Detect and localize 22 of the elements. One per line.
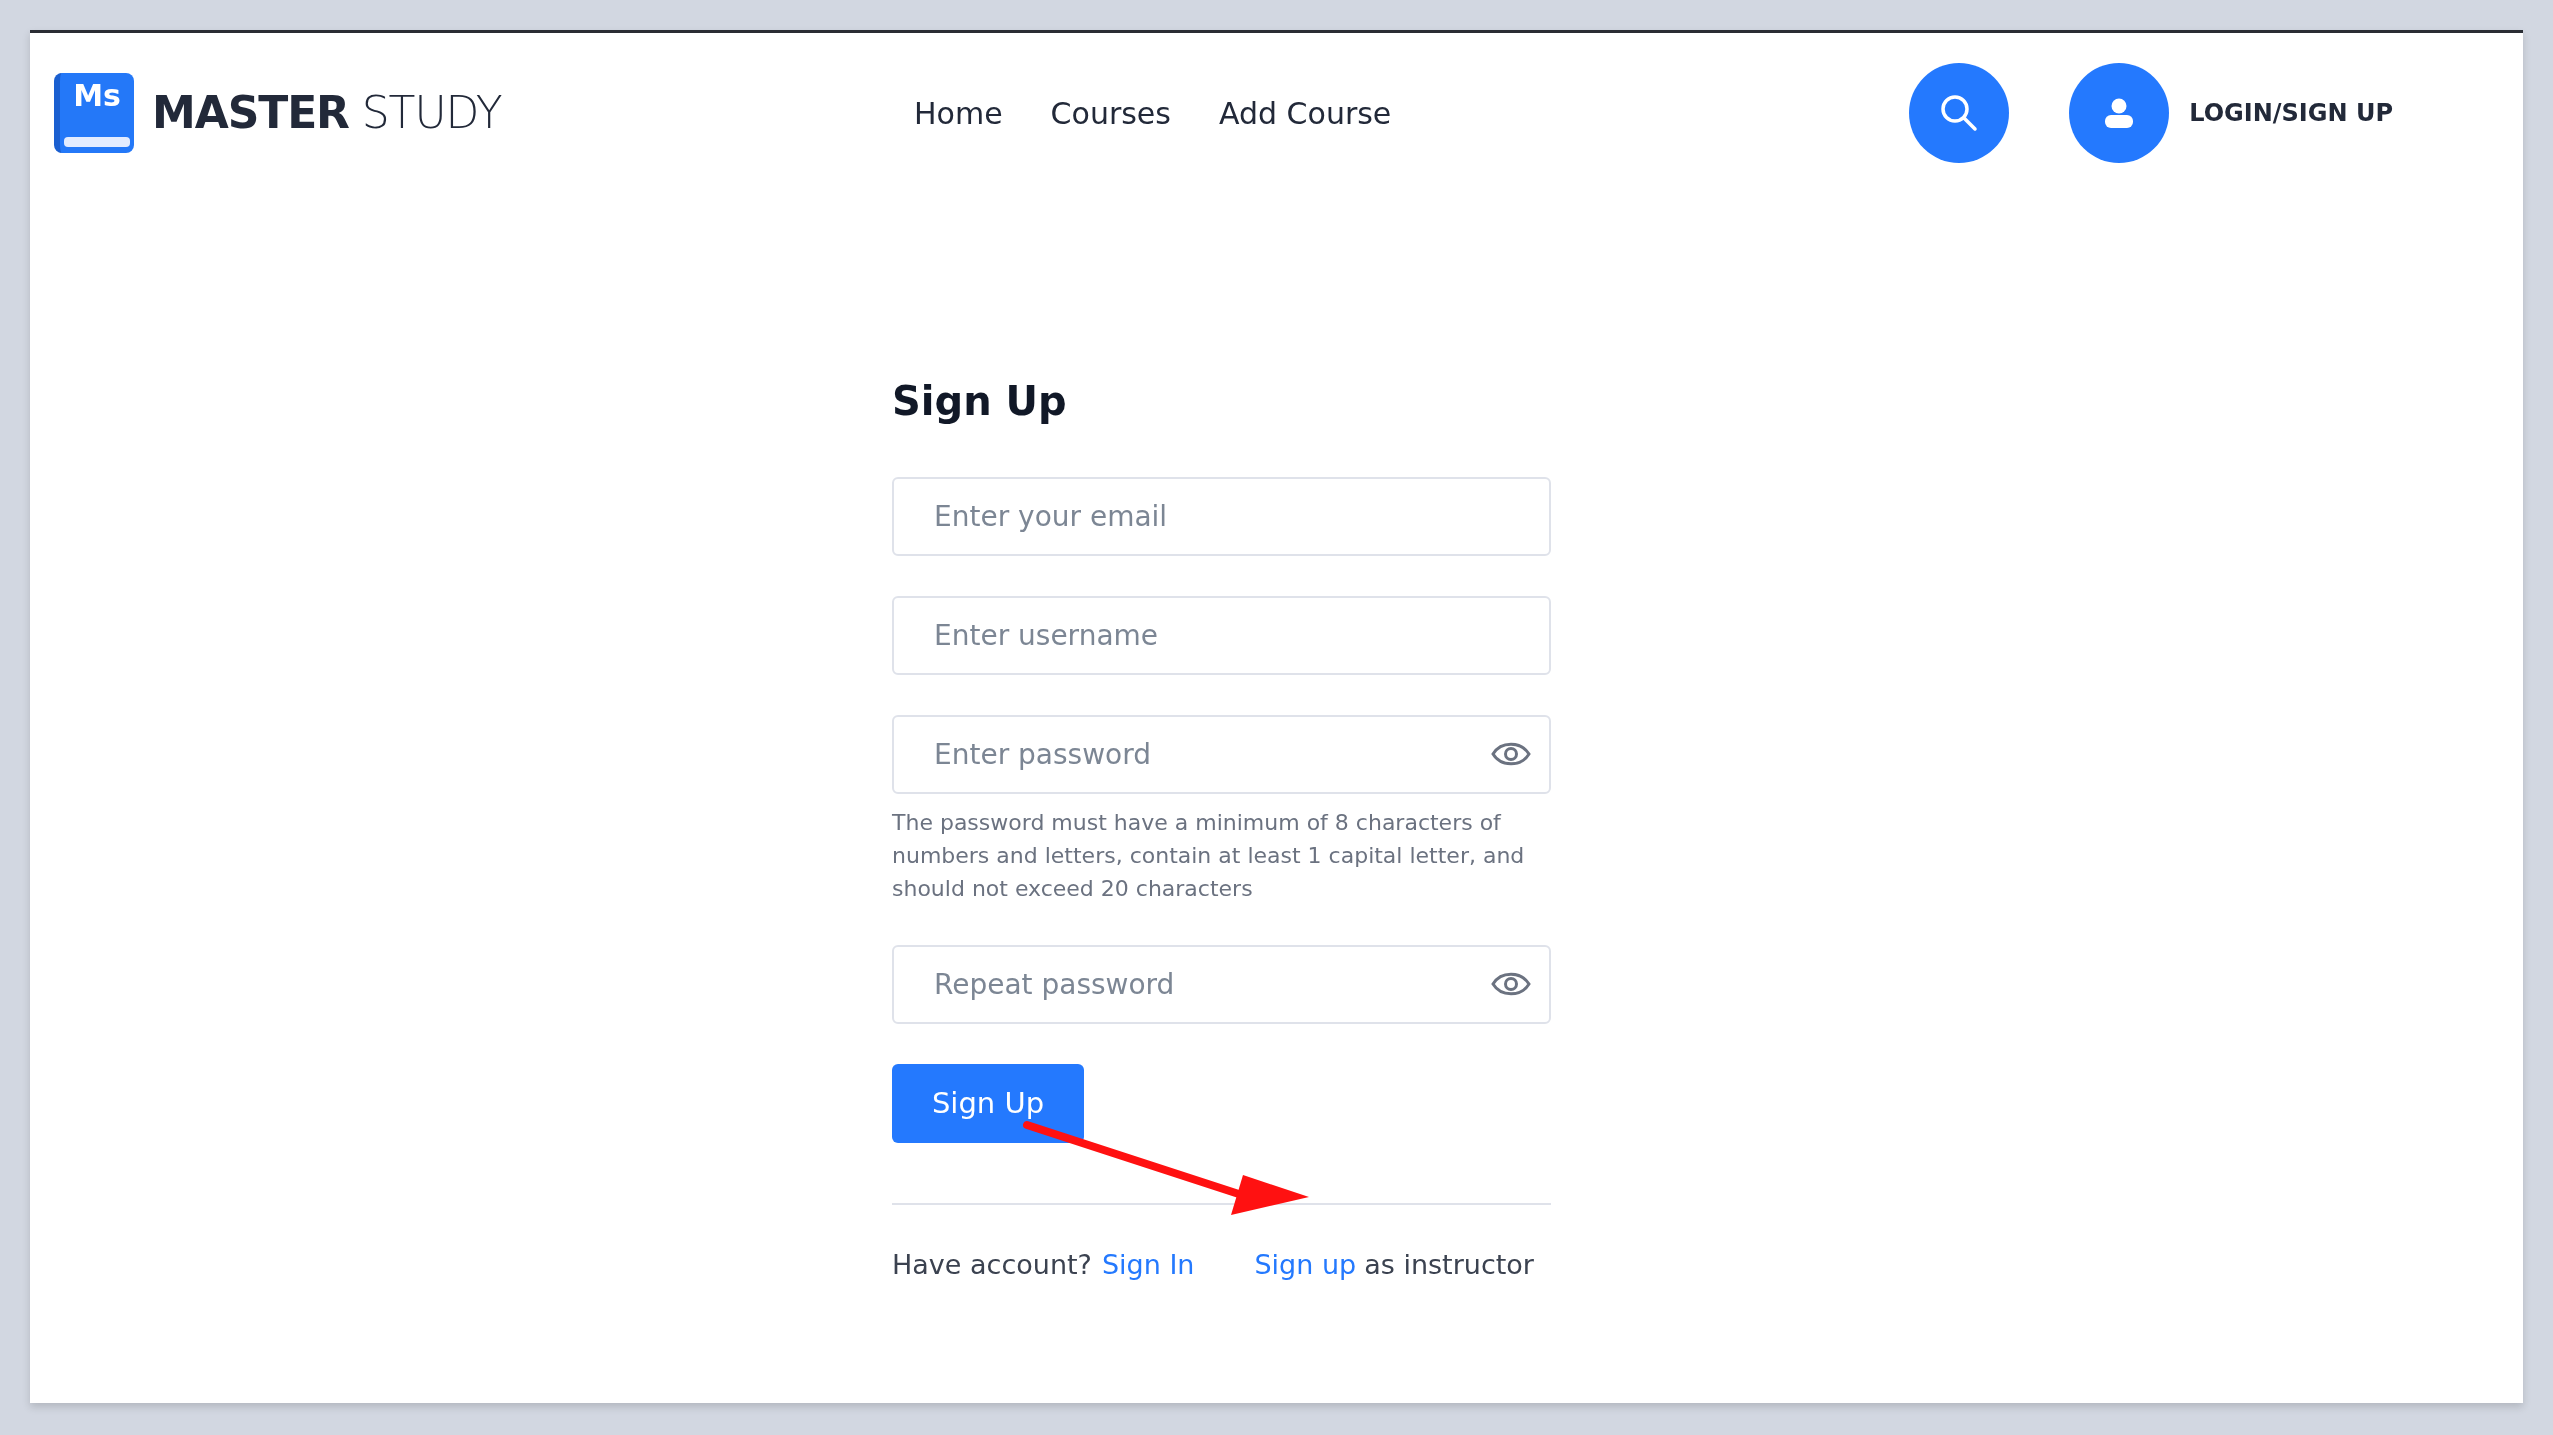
- instructor-sign-up-link[interactable]: Sign up: [1254, 1245, 1357, 1286]
- have-account-text: Have account?: [892, 1248, 1092, 1282]
- eye-icon[interactable]: [1491, 970, 1531, 998]
- input-field[interactable]: Enter username: [892, 596, 1551, 675]
- sign-up-button[interactable]: Sign Up: [892, 1064, 1084, 1143]
- book-page-edge: [64, 137, 130, 147]
- input-field[interactable]: Repeat password: [892, 945, 1551, 1024]
- password-hint: The password must have a minimum of 8 characters of numbers and letters, contain at least 1 capital letter, and should not exceed 20 characters: [892, 809, 1526, 903]
- logo-mark: Ms: [73, 81, 121, 111]
- nav-link[interactable]: Home: [914, 90, 1003, 136]
- nav-link[interactable]: Courses: [1050, 90, 1171, 136]
- as-instructor-text: as instructor: [1364, 1248, 1534, 1282]
- sign-in-link[interactable]: Sign In: [1101, 1245, 1195, 1286]
- input-field[interactable]: Enter password: [892, 715, 1551, 794]
- input-field[interactable]: Enter your email: [892, 477, 1551, 556]
- form-title: Sign Up: [892, 377, 1068, 426]
- nav-link[interactable]: Add Course: [1218, 90, 1392, 136]
- logo-text: MASTER STUDY: [152, 86, 502, 140]
- login-link[interactable]: LOGIN/SIGN UP: [2189, 95, 2393, 131]
- search-icon: [1939, 93, 1980, 133]
- eye-icon[interactable]: [1491, 740, 1531, 768]
- user-icon: [2105, 98, 2134, 128]
